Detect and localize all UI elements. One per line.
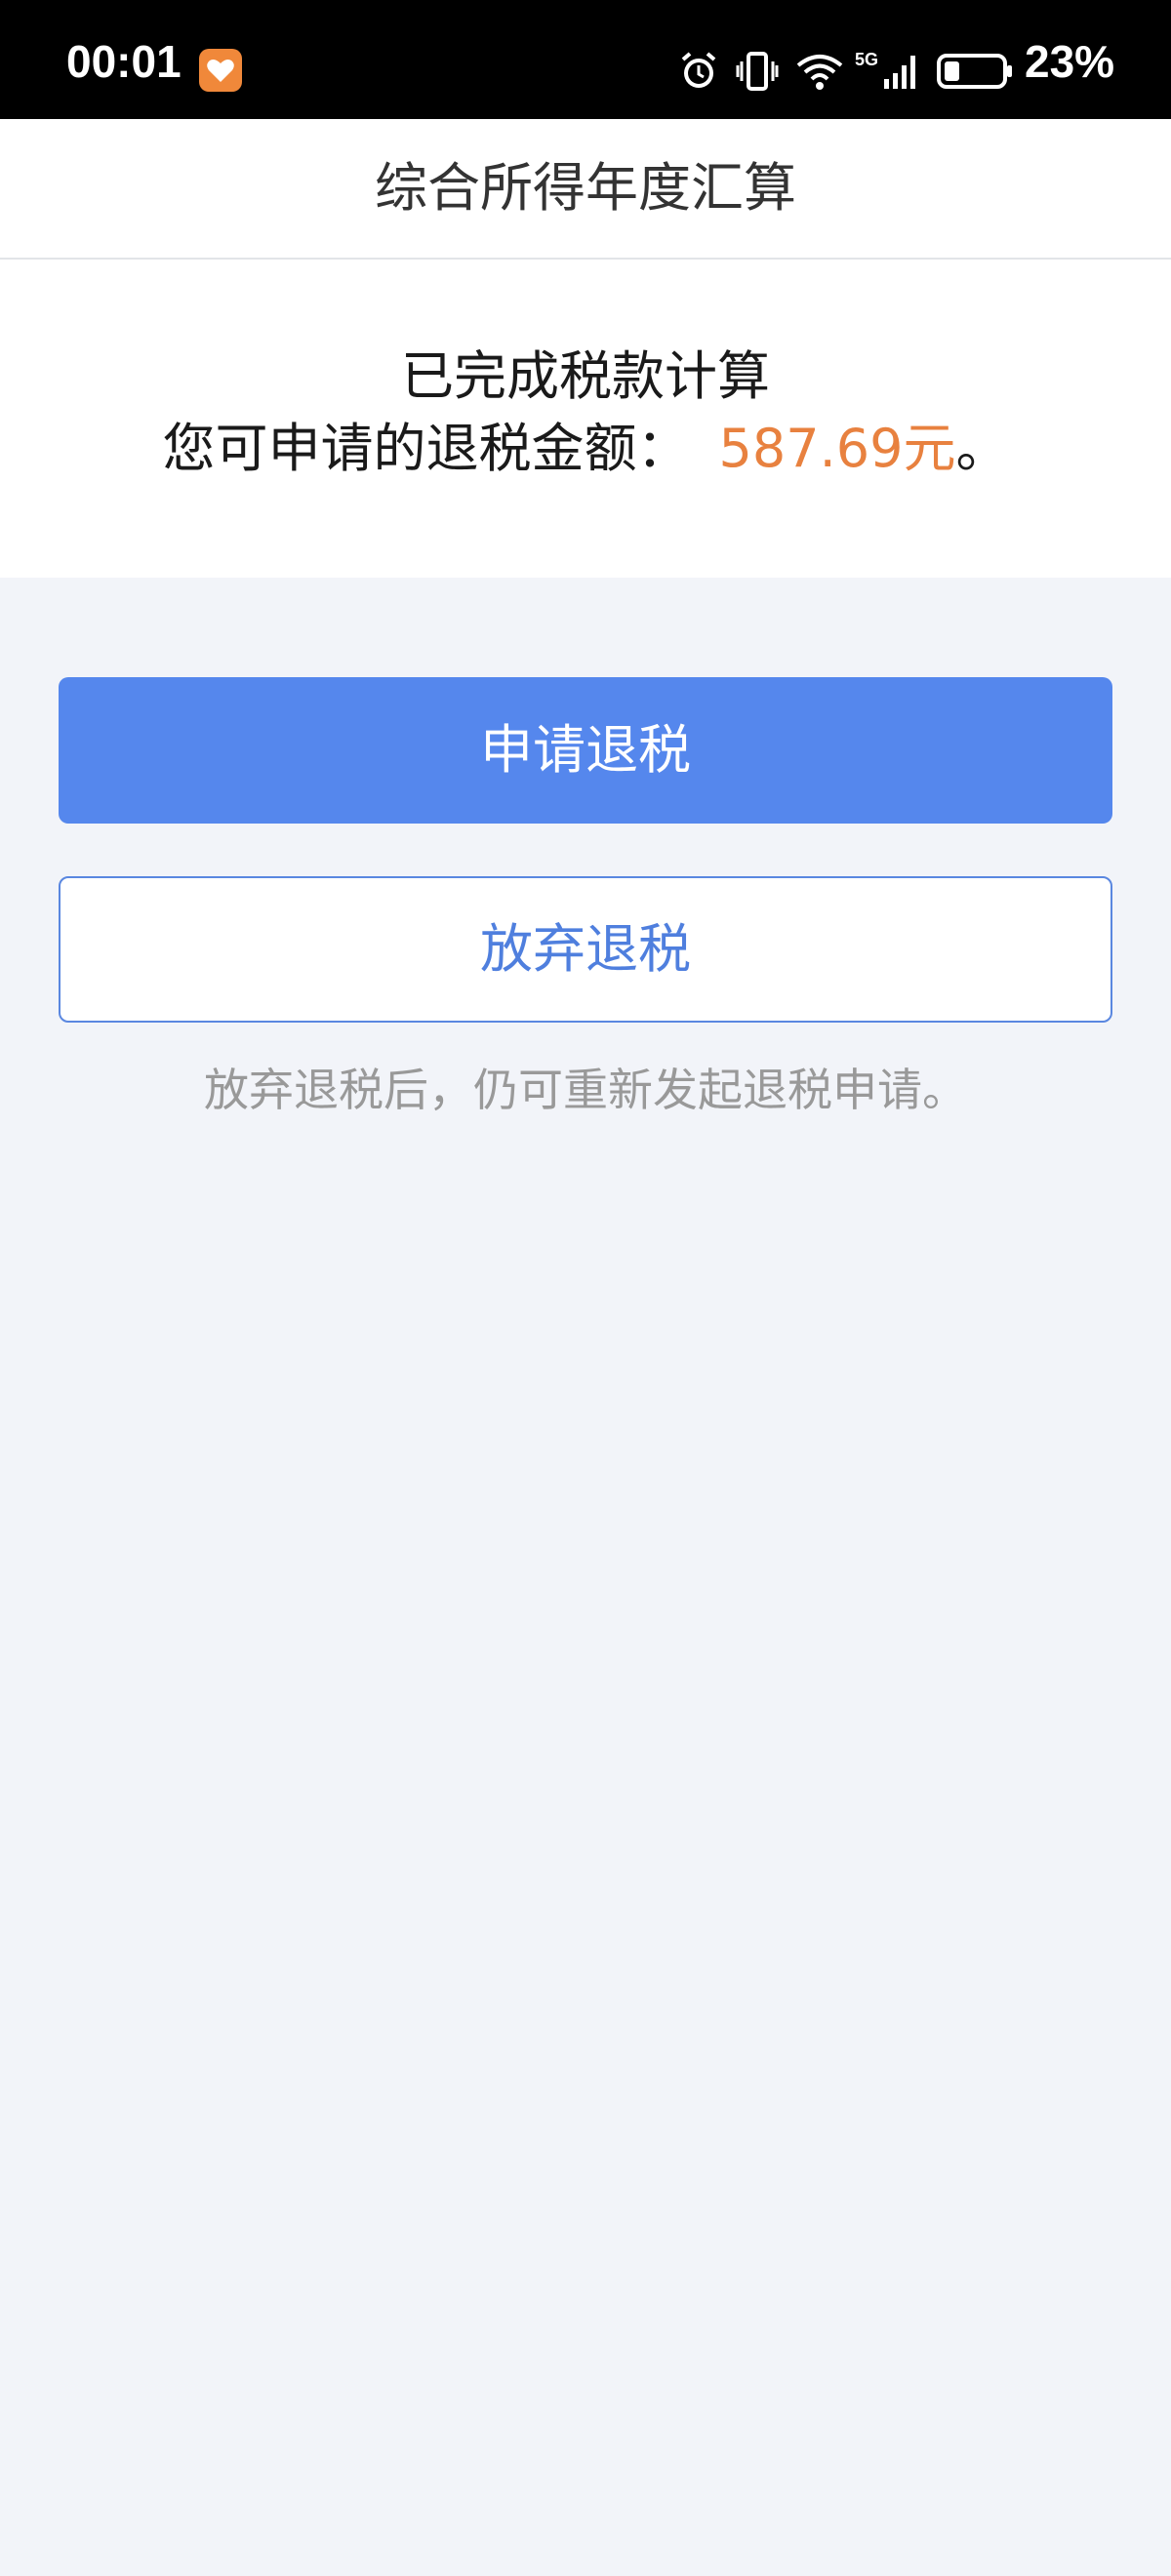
- result-panel: 已完成税款计算 您可申请的退税金额： 587.69元。: [0, 260, 1171, 578]
- battery-icon: [937, 50, 1015, 93]
- signal-5g-icon: 5G: [855, 50, 923, 93]
- apply-refund-button[interactable]: 申请退税: [59, 677, 1112, 824]
- wifi-icon: [794, 50, 845, 93]
- vibrate-icon: [736, 50, 779, 93]
- refund-suffix: 。: [955, 418, 1009, 479]
- status-bar: 00:01 5G 23%: [0, 0, 1171, 119]
- page-title: 综合所得年度汇算: [375, 157, 796, 219]
- nav-header: 综合所得年度汇算: [0, 119, 1171, 260]
- battery-percentage: 23%: [1025, 36, 1115, 87]
- abandon-hint-text: 放弃退税后，仍可重新发起退税申请。: [204, 1064, 967, 1116]
- app-notification-icon: [199, 49, 242, 92]
- refund-label: 您可申请的退税金额：: [162, 418, 690, 479]
- abandon-refund-button[interactable]: 放弃退税: [59, 876, 1112, 1023]
- calculation-status: 已完成税款计算: [401, 345, 770, 407]
- status-icons: 5G: [677, 47, 1015, 96]
- alarm-icon: [677, 50, 720, 93]
- refund-amount-line: 您可申请的退税金额： 587.69元。: [0, 418, 1171, 481]
- svg-text:5G: 5G: [855, 50, 878, 69]
- refund-amount: 587.69元: [718, 418, 956, 479]
- status-time: 00:01: [66, 36, 182, 87]
